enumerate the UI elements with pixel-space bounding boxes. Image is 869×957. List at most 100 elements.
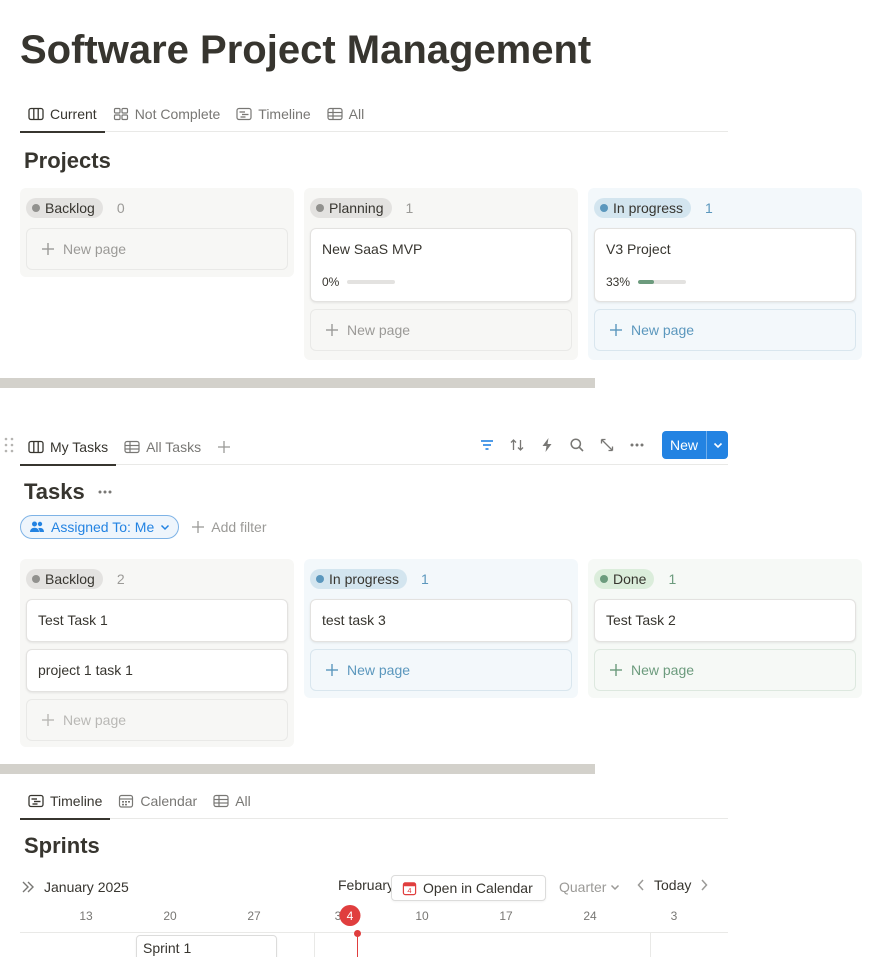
expand-button[interactable]: [598, 436, 616, 454]
sprint-bar[interactable]: Sprint 1: [136, 935, 277, 957]
table-icon: [327, 107, 343, 121]
table-icon: [213, 794, 229, 808]
new-button[interactable]: New: [662, 431, 706, 459]
plus-icon: [326, 324, 338, 336]
more-icon: [630, 443, 644, 447]
more-icon[interactable]: [97, 484, 113, 500]
status-dot: [316, 204, 324, 212]
sort-button[interactable]: [508, 436, 526, 454]
column-count: 1: [668, 571, 677, 587]
status-pill: Backlog: [26, 569, 103, 589]
tab-all-tasks[interactable]: All Tasks: [116, 429, 209, 465]
plus-icon: [192, 521, 205, 533]
plus-icon: [610, 664, 622, 676]
new-page-label: New page: [347, 322, 411, 338]
timeline-body: Sprint 1: [20, 930, 728, 957]
today-navigation: Today: [636, 877, 709, 893]
day-label: 24: [583, 909, 597, 923]
timeline-month-left: January 2025: [20, 874, 129, 900]
status-dot: [32, 204, 40, 212]
status-pill: In progress: [310, 569, 408, 589]
tab-all[interactable]: All: [205, 783, 259, 819]
add-filter-button[interactable]: Add filter: [191, 519, 267, 535]
timeline-icon: [236, 107, 252, 121]
sprints-title: Sprints: [24, 833, 100, 858]
chevron-right-icon[interactable]: [699, 878, 709, 892]
chevron-left-icon[interactable]: [636, 878, 646, 892]
status-pill: Backlog: [26, 198, 103, 218]
assigned-filter-chip[interactable]: Assigned To: Me: [20, 515, 180, 539]
project-card[interactable]: New SaaS MVP 0%: [310, 228, 572, 302]
day-label: 17: [499, 909, 513, 923]
tab-timeline[interactable]: Timeline: [20, 783, 111, 820]
tasks-board: Backlog 2 Test Task 1 project 1 task 1 N…: [20, 559, 862, 747]
lightning-icon: [542, 438, 552, 452]
plus-icon: [326, 664, 338, 676]
range-label: Quarter: [559, 879, 607, 895]
status-dot: [600, 575, 608, 583]
filter-button[interactable]: [478, 436, 496, 454]
new-page-label: New page: [63, 241, 127, 257]
page-title: Software Project Management: [20, 28, 592, 72]
new-page-button[interactable]: New page: [310, 649, 572, 691]
add-view-button[interactable]: [209, 429, 239, 465]
status-label: Planning: [329, 200, 384, 216]
new-button-group: New: [661, 431, 728, 459]
calendar-icon: [119, 794, 134, 808]
tab-calendar[interactable]: Calendar: [110, 783, 205, 819]
section-divider: [0, 764, 595, 774]
sort-icon: [510, 439, 524, 451]
new-page-button[interactable]: New page: [594, 309, 856, 351]
task-card[interactable]: Test Task 2: [594, 599, 856, 642]
search-icon: [570, 438, 584, 452]
tab-label: All: [348, 106, 365, 122]
tab-label: Calendar: [140, 793, 198, 809]
column-count: 1: [421, 571, 429, 587]
task-card[interactable]: project 1 task 1: [26, 649, 288, 692]
tab-timeline[interactable]: Timeline: [228, 96, 318, 132]
projects-title: Projects: [24, 148, 111, 173]
column-count: 2: [116, 571, 125, 587]
new-page-button[interactable]: New page: [26, 699, 288, 741]
more-options-button[interactable]: [628, 436, 646, 454]
double-chevron-right-icon[interactable]: [20, 879, 36, 895]
tab-not-complete[interactable]: Not Complete: [105, 96, 229, 132]
board-icon: [28, 107, 44, 121]
tab-all[interactable]: All: [319, 96, 373, 132]
tab-my-tasks[interactable]: My Tasks: [20, 429, 117, 466]
plus-icon: [42, 243, 54, 255]
task-card[interactable]: test task 3: [310, 599, 572, 642]
column-header: In progress 1: [310, 569, 572, 589]
new-dropdown-button[interactable]: [706, 431, 728, 459]
card-title: New SaaS MVP: [322, 241, 423, 257]
day-label: 20: [163, 909, 177, 923]
timeline-days: 13 20 27 3 10 17 24 3 4: [20, 905, 728, 933]
open-in-calendar-button[interactable]: 4 Open in Calendar: [391, 875, 546, 901]
search-button[interactable]: [568, 436, 586, 454]
range-select[interactable]: Quarter: [559, 879, 620, 895]
new-page-button[interactable]: New page: [310, 309, 572, 351]
progress-label: 0%: [322, 275, 340, 289]
today-marker: 4: [339, 905, 361, 926]
tab-label: All Tasks: [146, 439, 202, 455]
open-in-calendar-label: Open in Calendar: [423, 880, 533, 896]
project-card[interactable]: V3 Project 33%: [594, 228, 856, 302]
gallery-icon: [113, 107, 128, 121]
task-card[interactable]: Test Task 1: [26, 599, 288, 642]
status-dot: [600, 204, 608, 212]
progress-label: 33%: [606, 275, 631, 289]
day-label: 10: [415, 909, 429, 923]
card-title: Test Task 2: [606, 612, 676, 628]
status-label: Done: [613, 571, 647, 587]
new-page-button[interactable]: New page: [26, 228, 288, 270]
automation-button[interactable]: [538, 436, 556, 454]
new-page-label: New page: [347, 662, 411, 678]
today-button[interactable]: Today: [654, 877, 691, 893]
tab-label: Not Complete: [134, 106, 221, 122]
day-label: 13: [79, 909, 93, 923]
column-done: Done 1 Test Task 2 New page: [588, 559, 862, 698]
tab-current[interactable]: Current: [20, 96, 105, 133]
column-in-progress: In progress 1 test task 3 New page: [304, 559, 578, 698]
drag-handle-icon[interactable]: [4, 437, 14, 453]
new-page-button[interactable]: New page: [594, 649, 856, 691]
